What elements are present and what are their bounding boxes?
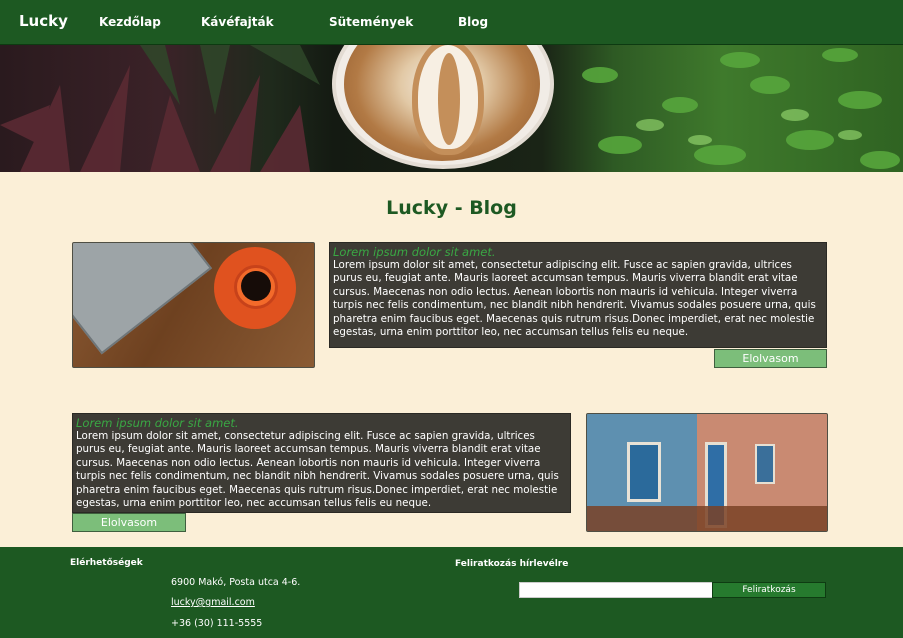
post-2-text: Lorem ipsum dolor sit amet, consectetur … [76, 430, 559, 510]
hero-banner-image [0, 45, 903, 172]
coffee-surface [241, 271, 271, 301]
nav-link-coffee-types[interactable]: Kávéfajták [201, 15, 274, 29]
nav-link-pastries[interactable]: Sütemények [329, 15, 413, 29]
contact-phone: +36 (30) 111-5555 [171, 618, 263, 629]
post-2-heading: Lorem ipsum dolor sit amet. [76, 416, 239, 430]
latte-art-stem [438, 53, 460, 145]
post-1-heading: Lorem ipsum dolor sit amet. [333, 245, 496, 259]
nav-link-home[interactable]: Kezdőlap [99, 15, 161, 29]
nav-link-blog[interactable]: Blog [458, 15, 488, 29]
post-1-read-button[interactable]: Elolvasom [714, 349, 827, 368]
post-2-card: Lorem ipsum dolor sit amet. Lorem ipsum … [72, 413, 571, 513]
contact-address: 6900 Makó, Posta utca 4-6. [171, 577, 301, 588]
newsletter-heading: Feliratkozás hírlevélre [455, 559, 569, 569]
brand-logo[interactable]: Lucky [19, 12, 68, 30]
post-1-text: Lorem ipsum dolor sit amet, consectetur … [333, 259, 816, 339]
cafe-chairs [587, 506, 827, 531]
post-1-image [72, 242, 315, 368]
post-2-image [586, 413, 828, 532]
contact-heading: Elérhetőségek [70, 558, 143, 568]
top-navbar: Lucky Kezdőlap Kávéfajták Sütemények Blo… [0, 0, 903, 45]
newsletter-email-input[interactable] [519, 582, 713, 598]
window [755, 444, 775, 484]
page-title: Lucky - Blog [386, 197, 517, 219]
subscribe-button[interactable]: Feliratkozás [712, 582, 826, 598]
laptop-shape [73, 243, 213, 355]
contact-email-link[interactable]: lucky@gmail.com [171, 597, 255, 608]
site-footer: Elérhetőségek 6900 Makó, Posta utca 4-6.… [0, 547, 903, 638]
blue-door [627, 442, 661, 502]
post-1-card: Lorem ipsum dolor sit amet. Lorem ipsum … [329, 242, 827, 348]
post-2-read-button[interactable]: Elolvasom [72, 513, 186, 532]
